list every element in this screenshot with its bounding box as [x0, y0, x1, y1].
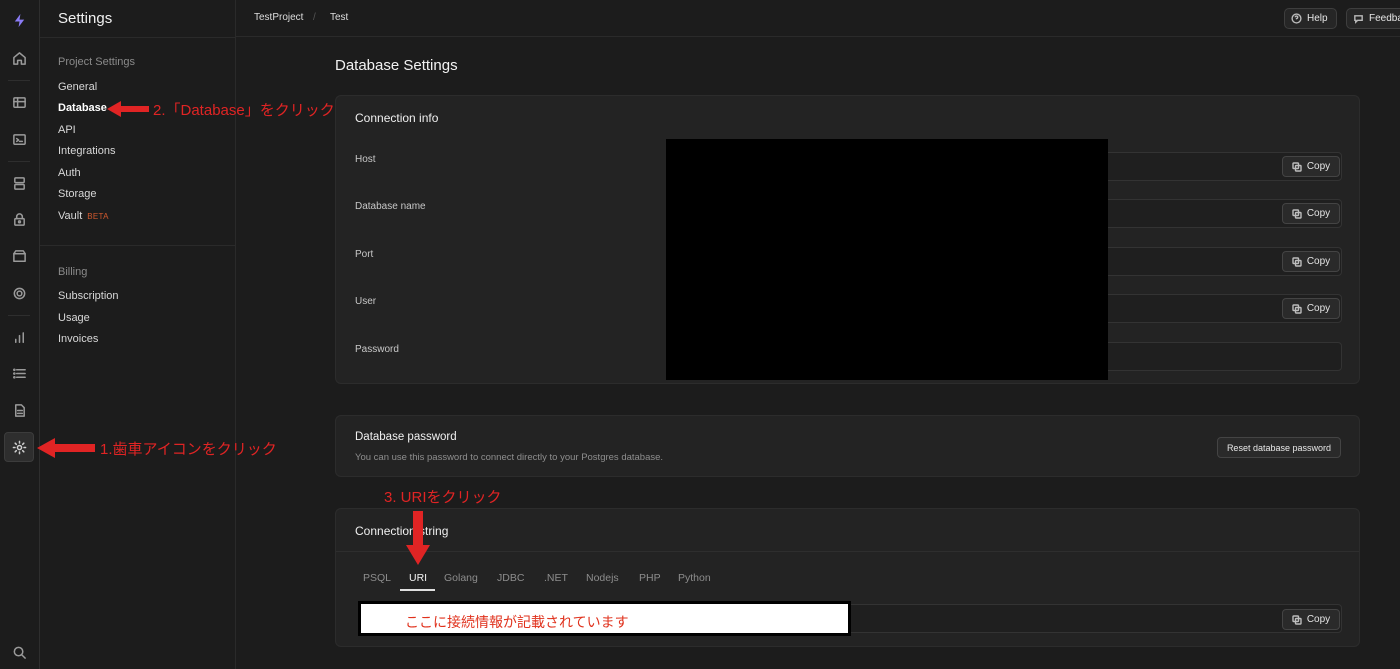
sidebar-item-storage[interactable]: Storage: [58, 188, 97, 200]
step1-annotation: 1.歯車アイコンをクリック: [100, 441, 277, 458]
page-title: Database Settings: [335, 57, 458, 74]
database-name-copy-button[interactable]: Copy: [1282, 203, 1340, 224]
host-copy-button[interactable]: Copy: [1282, 156, 1340, 177]
settings-gear-icon[interactable]: [4, 432, 34, 462]
annotation-arrow-left-icon: [37, 438, 95, 458]
sidebar-item-invoices[interactable]: Invoices: [58, 333, 98, 345]
reset-database-password-button[interactable]: Reset database password: [1216, 437, 1341, 458]
copy-icon: [1292, 614, 1302, 625]
copy-label: Copy: [1306, 256, 1331, 267]
table-editor-icon[interactable]: [4, 87, 34, 117]
port-label: Port: [355, 249, 374, 260]
connection-string-title: Connection string: [355, 524, 449, 538]
help-circle-icon: [1291, 13, 1302, 24]
database-password-title: Database password: [355, 431, 457, 443]
app-window: Settings Project Settings General Databa…: [0, 0, 1400, 669]
beta-badge: BETA: [87, 212, 109, 221]
breadcrumb-org[interactable]: TestProject: [254, 12, 303, 23]
edge-functions-icon[interactable]: [4, 278, 34, 308]
database-password-description: You can use this password to connect dir…: [355, 452, 664, 463]
tab-nodejs[interactable]: Nodejs: [586, 572, 619, 584]
logo-icon[interactable]: [4, 5, 34, 35]
step2-annotation: 2.「Database」をクリック: [153, 102, 335, 119]
breadcrumb-project[interactable]: Test: [330, 12, 348, 23]
sidebar-header-divider: [40, 37, 236, 38]
tab-php[interactable]: PHP: [639, 572, 661, 584]
sql-editor-icon[interactable]: [4, 124, 34, 154]
help-label: Help: [1307, 13, 1328, 24]
search-icon[interactable]: [4, 637, 34, 667]
help-button[interactable]: Help: [1284, 8, 1337, 29]
copy-icon: [1292, 256, 1302, 267]
sidebar-title: Settings: [58, 10, 113, 27]
top-header: TestProject / Test Help Feedback: [236, 0, 1400, 37]
tab-jdbc[interactable]: JDBC: [497, 572, 524, 584]
storage-icon[interactable]: [4, 241, 34, 271]
chat-bubble-icon: [1354, 15, 1363, 24]
reports-icon[interactable]: [4, 322, 34, 352]
copy-label: Copy: [1306, 614, 1331, 625]
connection-string-copy-button[interactable]: Copy: [1282, 609, 1340, 630]
copy-label: Copy: [1306, 303, 1331, 314]
password-label: Password: [355, 344, 399, 355]
uri-annotation-text: ここに接続情報が記載されています: [405, 614, 629, 630]
breadcrumb-separator: /: [313, 12, 316, 23]
sidebar-item-api[interactable]: API: [58, 124, 76, 136]
rail-divider: [8, 315, 30, 316]
home-icon[interactable]: [4, 43, 34, 73]
port-copy-button[interactable]: Copy: [1282, 251, 1340, 272]
feedback-button[interactable]: Feedback: [1346, 8, 1400, 29]
rail-divider: [8, 80, 30, 81]
copy-icon: [1292, 303, 1302, 314]
sidebar-item-general[interactable]: General: [58, 81, 97, 93]
sidebar-item-vault-label: Vault: [58, 210, 83, 222]
billing-heading: Billing: [58, 266, 88, 278]
annotation-arrow-left-icon: [107, 101, 149, 117]
tab-python[interactable]: Python: [678, 572, 711, 584]
tabs-divider: [336, 551, 1359, 552]
user-label: User: [355, 296, 377, 307]
tab-uri[interactable]: URI: [409, 572, 427, 584]
auth-lock-icon[interactable]: [4, 204, 34, 234]
sidebar-item-integrations[interactable]: Integrations: [58, 145, 115, 157]
rail-divider: [8, 161, 30, 162]
host-label: Host: [355, 154, 376, 165]
copy-icon: [1292, 208, 1302, 219]
feedback-label: Feedback: [1369, 13, 1400, 24]
tab-dotnet[interactable]: .NET: [544, 572, 568, 584]
sidebar-item-usage[interactable]: Usage: [58, 312, 90, 324]
logs-list-icon[interactable]: [4, 358, 34, 388]
sidebar-item-auth[interactable]: Auth: [58, 167, 81, 179]
active-tab-underline: [400, 589, 435, 591]
project-settings-heading: Project Settings: [58, 56, 136, 68]
icon-rail: [0, 0, 40, 669]
uri-annotation-box: ここに接続情報が記載されています: [358, 601, 851, 636]
sidebar-divider: [40, 245, 236, 246]
database-password-card: Database password You can use this passw…: [335, 415, 1360, 477]
step3-annotation: 3. URIをクリック: [384, 489, 502, 506]
connection-info-title: Connection info: [355, 111, 439, 125]
api-docs-icon[interactable]: [4, 395, 34, 425]
copy-icon: [1292, 161, 1302, 172]
sidebar-item-vault[interactable]: Vault BETA: [58, 210, 109, 222]
copy-label: Copy: [1306, 161, 1331, 172]
database-name-label: Database name: [355, 201, 426, 212]
redaction-block: [666, 139, 1108, 380]
sidebar-item-subscription[interactable]: Subscription: [58, 290, 119, 302]
tab-golang[interactable]: Golang: [444, 572, 478, 584]
annotation-arrow-down-icon: [406, 511, 430, 565]
sidebar-item-database[interactable]: Database: [58, 102, 107, 114]
user-copy-button[interactable]: Copy: [1282, 298, 1340, 319]
tab-psql[interactable]: PSQL: [363, 572, 391, 584]
database-icon[interactable]: [4, 168, 34, 198]
copy-label: Copy: [1306, 208, 1331, 219]
